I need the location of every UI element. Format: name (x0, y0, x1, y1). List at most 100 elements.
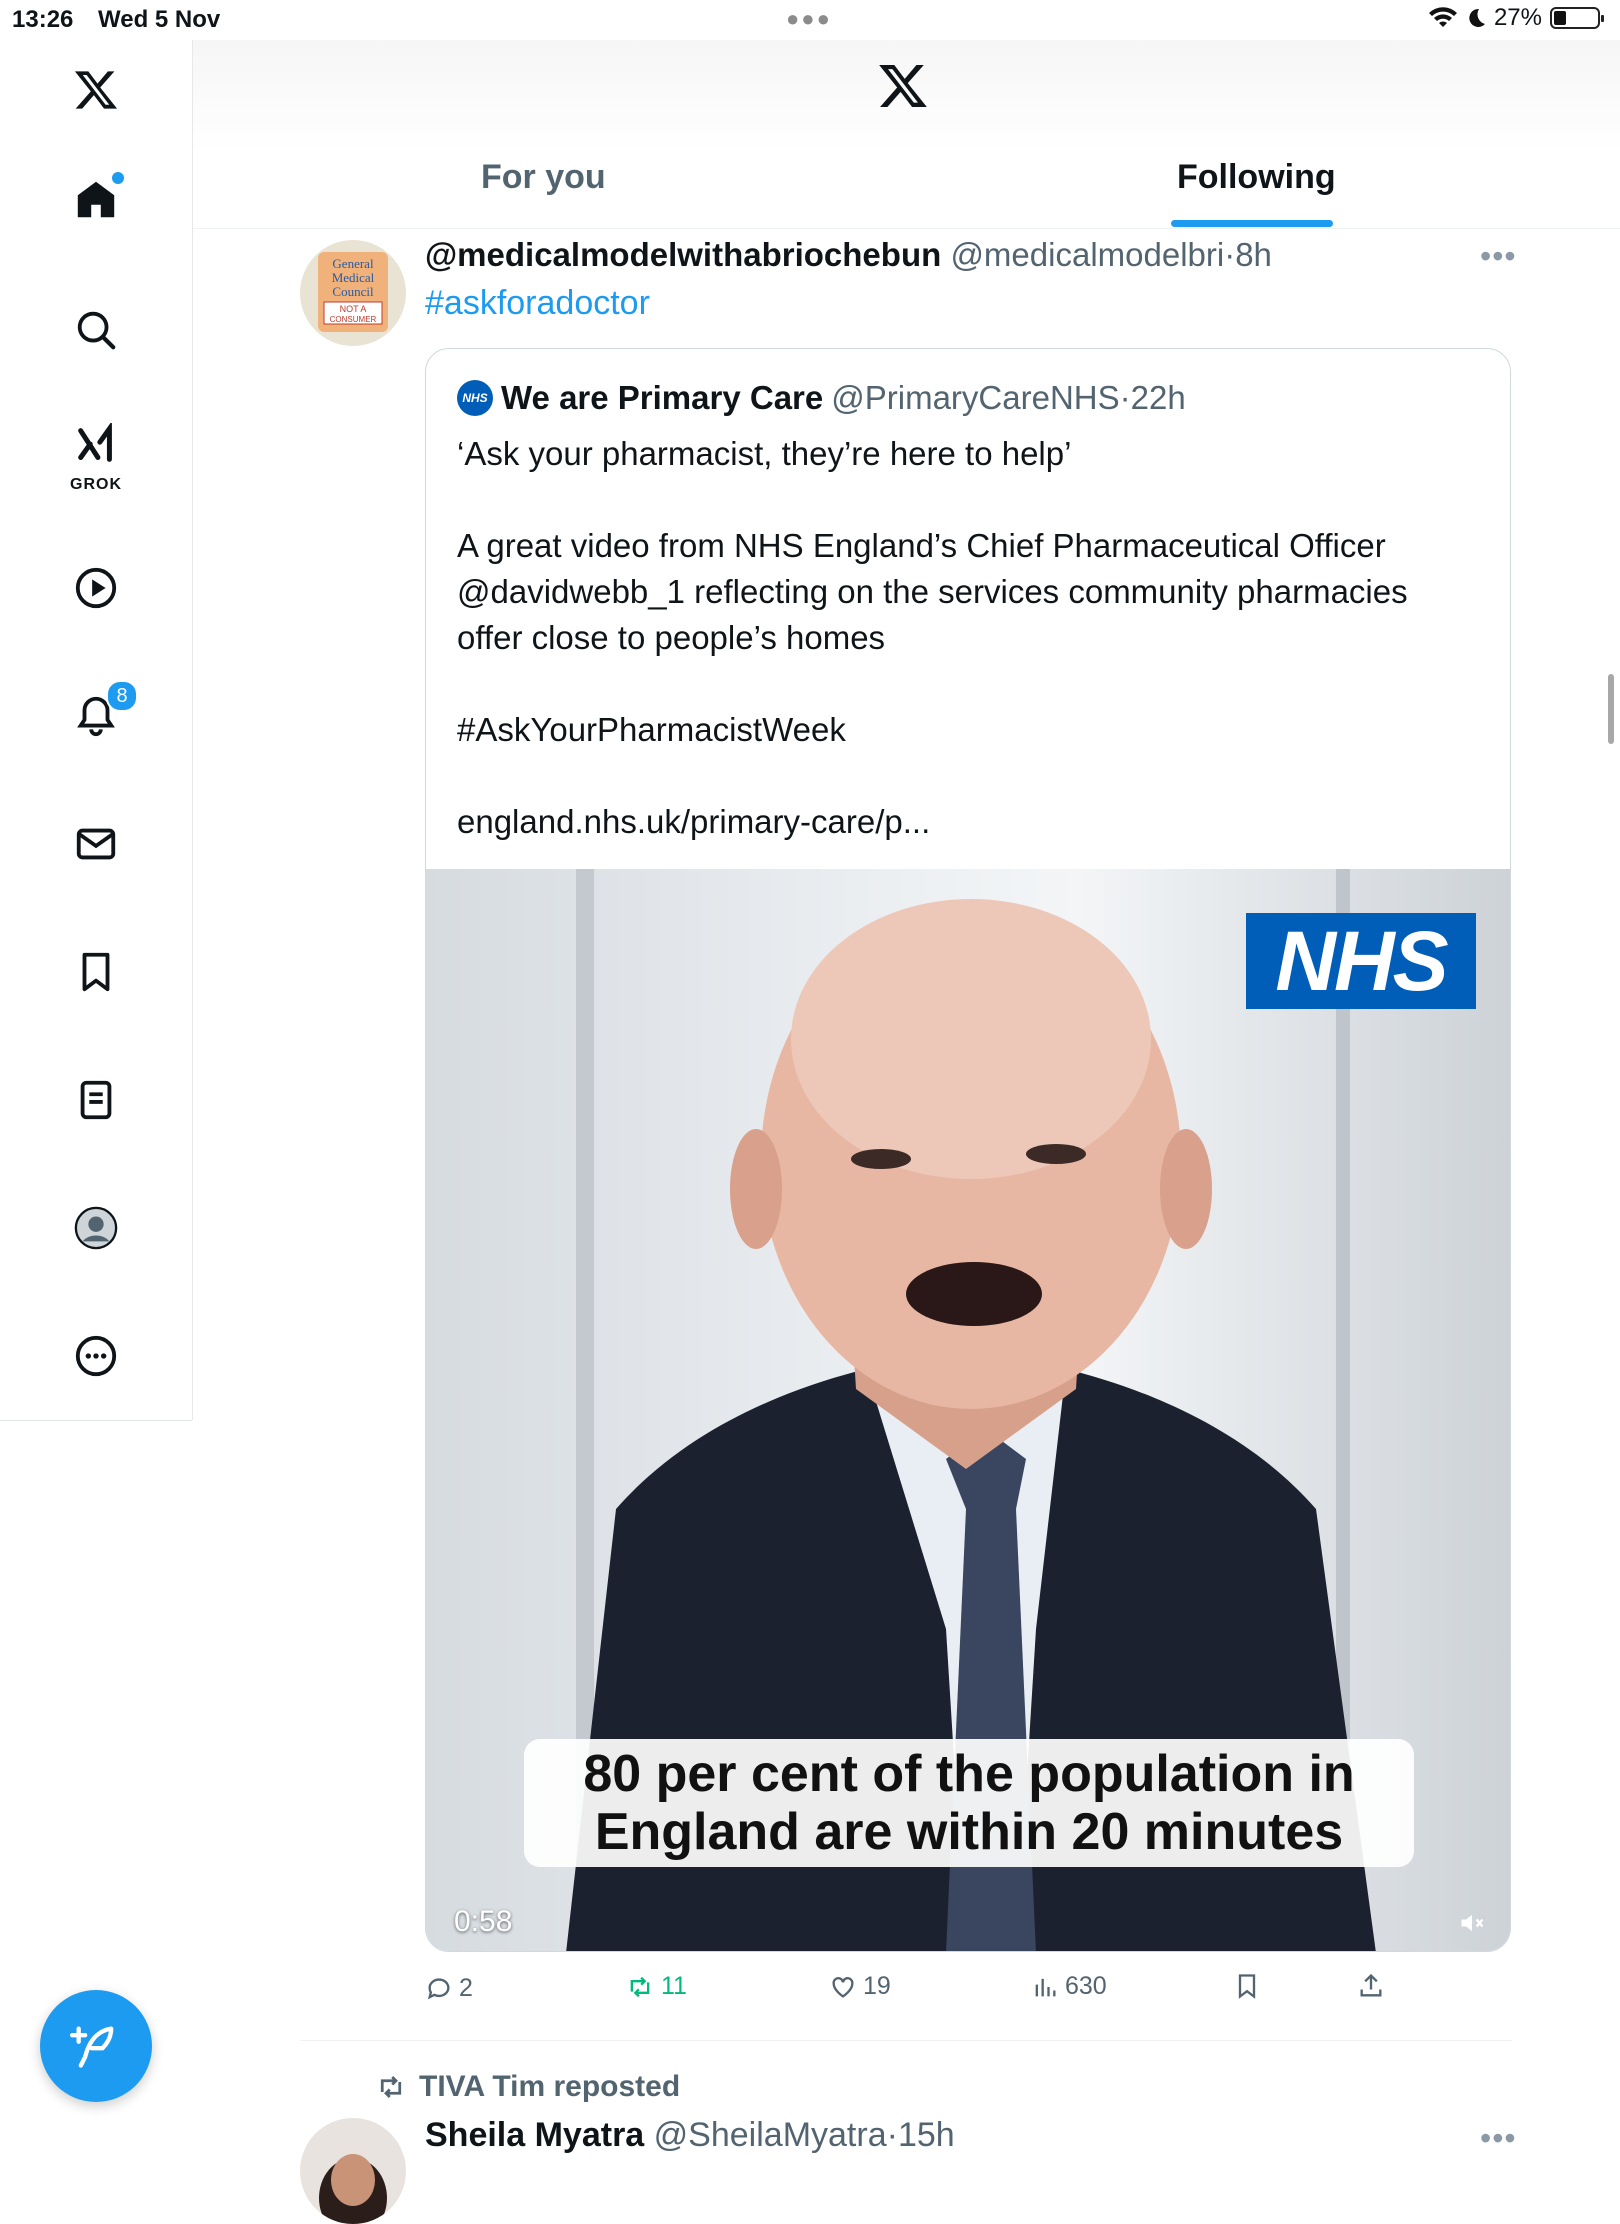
next-tweet-avatar[interactable] (300, 2118, 406, 2224)
quoted-separator: · (1119, 379, 1131, 416)
next-tweet-author-handle[interactable]: @SheilaMyatra (654, 2116, 887, 2154)
views-chart-icon (1035, 1978, 1056, 1996)
tweet-author-handle[interactable]: @medicalmodelbri (950, 236, 1224, 273)
tweet-hashtag[interactable]: #askforadoctor (425, 284, 650, 323)
home-unread-dot (112, 172, 124, 184)
sidebar-divider (0, 1420, 192, 1421)
next-tweet-header: Sheila Myatra @SheilaMyatra·15h (425, 2116, 955, 2155)
reply-button[interactable]: 2 (425, 1974, 473, 2003)
quoted-text-line: ‘Ask your pharmacist, they’re here to he… (457, 435, 1072, 472)
video-duration: 0:58 (454, 1905, 513, 1938)
play-circle-icon (75, 567, 117, 609)
repost-icon (380, 2076, 402, 2098)
repost-label: TIVA Tim reposted (419, 2070, 681, 2103)
video-caption: 80 per cent of the population in England… (524, 1739, 1414, 1867)
sidebar-item-profile[interactable] (66, 1198, 126, 1258)
like-count: 19 (863, 1972, 891, 2000)
timeline-header: For you Following (193, 40, 1620, 229)
caption-line: England are within 20 minutes (594, 1803, 1344, 1861)
moon-icon (1469, 8, 1485, 27)
next-tweet-time[interactable]: 15h (898, 2116, 955, 2154)
multitasking-dots[interactable]: ●●● (786, 6, 832, 32)
next-tweet-more-icon[interactable]: ••• (1480, 2120, 1517, 2157)
status-bar: 13:26 Wed 5 Nov ●●● 27% (0, 0, 1620, 40)
quoted-author-handle[interactable]: @PrimaryCareNHS (831, 379, 1119, 416)
tab-for-you[interactable]: For you (481, 158, 606, 197)
nhs-logo: NHS (1246, 913, 1476, 1009)
tweet-header: @medicalmodelwithabriochebun @medicalmod… (425, 236, 1272, 274)
status-date: Wed 5 Nov (98, 6, 221, 33)
share-button[interactable] (1357, 1972, 1385, 2000)
quoted-mention-line: @davidwebb_1 reflecting on the services … (457, 573, 1408, 610)
quoted-tweet-header: NHS We are Primary Care @PrimaryCareNHS·… (457, 379, 1186, 417)
sidebar-item-notifications[interactable]: 8 (66, 680, 138, 746)
compose-post-button[interactable] (40, 1990, 152, 2102)
sidebar-item-grok[interactable] (66, 416, 126, 476)
x-logo-icon[interactable] (66, 60, 126, 120)
x-logo-icon-header[interactable] (877, 60, 929, 117)
tab-following[interactable]: Following (1177, 158, 1336, 197)
sidebar-item-search[interactable] (66, 300, 126, 360)
heart-icon (832, 1976, 854, 1998)
quoted-hashtag[interactable]: #AskYourPharmacistWeek (457, 707, 1477, 753)
sidebar-item-video[interactable] (66, 558, 126, 618)
status-indicators: 27% (1428, 4, 1604, 32)
quoted-link[interactable]: england.nhs.uk/primary-care/p... (457, 799, 1477, 845)
tweet-separator: · (1224, 236, 1236, 273)
grok-icon (78, 423, 112, 462)
sidebar-item-home[interactable] (66, 170, 126, 230)
sidebar-item-bookmarks[interactable] (66, 942, 126, 1002)
quoted-tweet-text: ‘Ask your pharmacist, they’re here to he… (457, 431, 1477, 845)
profile-avatar-icon (74, 1206, 118, 1250)
quoted-author-name[interactable]: We are Primary Care (501, 379, 823, 417)
search-icon (77, 311, 116, 350)
tweet-more-icon[interactable]: ••• (1480, 238, 1517, 275)
next-tweet-separator: · (886, 2116, 898, 2154)
bookmark-button[interactable] (1233, 1972, 1261, 2000)
active-tab-indicator (1171, 220, 1333, 227)
repost-context[interactable]: TIVA Tim reposted (375, 2070, 680, 2104)
quoted-text-line: A great video from NHS England’s Chief P… (457, 527, 1386, 564)
tweet-author-name[interactable]: @medicalmodelwithabriochebun (425, 236, 941, 273)
share-icon (1360, 1973, 1382, 1997)
envelope-icon (76, 828, 116, 860)
avatar-text-4: NOT A (340, 304, 367, 314)
reply-count: 2 (459, 1974, 473, 2002)
quoted-text-line: offer close to people’s homes (457, 619, 886, 656)
battery-icon (1550, 7, 1604, 29)
wifi-icon (1428, 7, 1457, 28)
avatar-text-3: Council (332, 284, 374, 299)
sidebar-item-lists[interactable] (66, 1070, 126, 1130)
view-count: 630 (1065, 1972, 1107, 2000)
sidebar-item-more[interactable] (66, 1326, 126, 1386)
mute-icon[interactable] (1458, 1909, 1486, 1942)
avatar-text-5: CONSUMER (330, 315, 377, 324)
tweet-divider (300, 2040, 1512, 2041)
video-player[interactable]: NHS 80 per cent of the population in Eng… (426, 869, 1510, 1951)
tweet-time[interactable]: 8h (1235, 236, 1272, 273)
tweet-author-avatar[interactable]: General Medical Council NOT A CONSUMER (300, 240, 406, 346)
caption-line: 80 per cent of the population in (583, 1745, 1355, 1803)
views-button[interactable]: 630 (1031, 1972, 1107, 2001)
repost-count: 11 (661, 1972, 687, 2000)
home-icon (77, 181, 115, 218)
avatar-text-1: General (332, 256, 374, 271)
grok-label: GROK (70, 476, 122, 493)
bookmark-icon (82, 952, 110, 992)
quoted-author-avatar[interactable]: NHS (457, 380, 493, 416)
scrollbar[interactable] (1608, 674, 1614, 744)
next-tweet-author-name[interactable]: Sheila Myatra (425, 2116, 644, 2154)
quoted-tweet[interactable]: NHS We are Primary Care @PrimaryCareNHS·… (425, 348, 1511, 1952)
more-circle-icon (75, 1335, 117, 1377)
tweet-actions: 2 11 19 630 (425, 1972, 1511, 2012)
bookmark-icon (1238, 1974, 1256, 1999)
sidebar-item-messages[interactable] (66, 814, 126, 874)
repost-icon (630, 1976, 650, 1997)
reply-icon (427, 1977, 450, 1999)
battery-percent: 27% (1493, 4, 1542, 31)
feather-plus-icon (70, 2026, 114, 2068)
notifications-badge: 8 (106, 680, 138, 712)
repost-button[interactable]: 11 (625, 1972, 687, 2001)
like-button[interactable]: 19 (829, 1972, 891, 2001)
avatar-text-2: Medical (332, 270, 375, 285)
